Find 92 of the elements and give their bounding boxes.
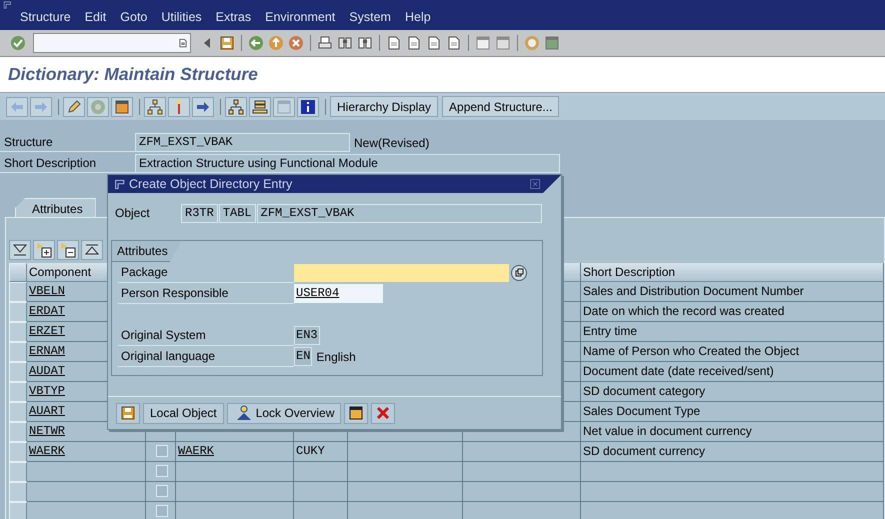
menu-item[interactable]: Structure	[20, 8, 71, 30]
display-field: EN	[294, 347, 312, 366]
exit-icon[interactable]	[268, 35, 284, 51]
dialog-button[interactable]: Lock Overview	[226, 402, 342, 424]
display-field: ZFM_EXST_VBAK	[135, 133, 350, 152]
table-cell	[294, 462, 348, 482]
table-cell: Net value in document currency	[581, 422, 884, 442]
input-field[interactable]: USER04	[294, 284, 383, 303]
menu-item[interactable]: Help	[404, 8, 431, 30]
row-selector[interactable]	[9, 302, 27, 322]
group-title: Attributes	[117, 244, 168, 258]
table-cell: Document date (date received/sent)	[581, 362, 884, 382]
menu-item[interactable]: Environment	[265, 8, 336, 30]
row-selector[interactable]	[9, 322, 27, 342]
display-field: ZFM_EXST_VBAK	[256, 204, 542, 222]
display-field: R3TR	[181, 204, 218, 222]
window-icon	[3, 0, 13, 10]
field-label: Original language	[118, 346, 294, 366]
menu-item[interactable]: Edit	[84, 8, 106, 30]
frame-icon	[348, 405, 364, 421]
checkbox[interactable]	[156, 505, 168, 517]
dropdown-icon[interactable]	[178, 37, 188, 49]
previous-page-icon[interactable]	[406, 35, 422, 51]
table-cell: CUKY	[294, 442, 348, 462]
close-icon[interactable]	[529, 178, 542, 190]
first-page-icon[interactable]	[386, 35, 402, 51]
last-page-icon[interactable]	[446, 35, 462, 51]
field-label: Person Responsible	[118, 284, 294, 304]
checkbox[interactable]	[156, 445, 168, 457]
field-label: Object	[115, 205, 151, 222]
save-icon	[120, 405, 136, 421]
next-page-icon[interactable]	[426, 35, 442, 51]
table-cell	[294, 482, 348, 502]
row-selector[interactable]	[9, 362, 27, 382]
shortcut-icon[interactable]	[495, 35, 511, 51]
table-cell: SD document currency	[581, 442, 884, 462]
table-cell: SD document category	[581, 382, 884, 402]
column-header[interactable]: Short Description	[581, 263, 884, 282]
back-icon[interactable]	[248, 35, 264, 51]
checkbox[interactable]	[156, 465, 168, 477]
table-cell: Entry time	[581, 322, 884, 342]
icon-button[interactable]	[344, 402, 368, 424]
row-selector[interactable]	[9, 462, 27, 482]
save-icon[interactable]	[219, 35, 235, 51]
print-icon[interactable]	[317, 35, 333, 51]
find-next-icon[interactable]	[357, 35, 373, 51]
row-selector[interactable]	[9, 342, 27, 362]
table-cell: WAERK	[27, 442, 146, 462]
help-icon[interactable]	[524, 35, 540, 51]
row-selector[interactable]	[9, 502, 27, 519]
popup-icon	[514, 268, 524, 277]
row-selector[interactable]	[9, 282, 27, 302]
cancel-icon	[375, 405, 392, 421]
cancel-icon[interactable]	[288, 35, 304, 51]
table-cell: Name of Person who Created the Object	[581, 342, 884, 362]
row-selector[interactable]	[9, 482, 27, 502]
window-icon	[114, 178, 127, 190]
menu-item[interactable]: Goto	[120, 8, 148, 30]
menu-item[interactable]: Utilities	[161, 8, 202, 30]
display-field: EN3	[294, 326, 320, 345]
person-icon	[236, 405, 252, 421]
find-icon[interactable]	[337, 35, 353, 51]
language-text: English	[316, 348, 356, 366]
toolbar-button[interactable]: Append Structure...	[442, 96, 560, 117]
command-field[interactable]	[33, 33, 191, 53]
display-field: TABL	[218, 204, 256, 222]
table-cell: Sales Document Type	[581, 402, 884, 422]
row-selector[interactable]	[9, 442, 27, 462]
display-field: Extraction Structure using Functional Module	[135, 154, 560, 173]
dialog-button[interactable]: Local Object	[143, 402, 224, 424]
field-label: Original System	[118, 326, 294, 346]
menu-item[interactable]: Extras	[216, 8, 252, 30]
tab[interactable]: Attributes	[15, 198, 96, 217]
dialog-title: Create Object Directory Entry	[129, 176, 292, 193]
menu-item[interactable]: System	[349, 8, 391, 30]
input-field[interactable]	[294, 264, 509, 282]
screen-title: Dictionary: Maintain Structure	[8, 63, 258, 86]
status-text: New(Revised)	[354, 134, 430, 152]
layout-icon[interactable]	[544, 35, 560, 51]
save-button[interactable]	[116, 402, 140, 424]
toolbar-button[interactable]: Hierarchy Display	[330, 96, 438, 117]
table-cell: Sales and Distribution Document Number	[581, 282, 884, 302]
new-session-icon[interactable]	[475, 35, 491, 51]
row-selector[interactable]	[9, 422, 27, 442]
table-cell: WAERK	[176, 442, 294, 462]
row-selector[interactable]	[9, 402, 27, 422]
search-help-button[interactable]	[511, 264, 527, 280]
enter-icon[interactable]	[10, 35, 26, 51]
checkbox[interactable]	[156, 485, 168, 497]
field-label: Package	[118, 262, 294, 282]
table-cell: Date on which the record was created	[581, 302, 884, 322]
row-selector[interactable]	[9, 382, 27, 402]
